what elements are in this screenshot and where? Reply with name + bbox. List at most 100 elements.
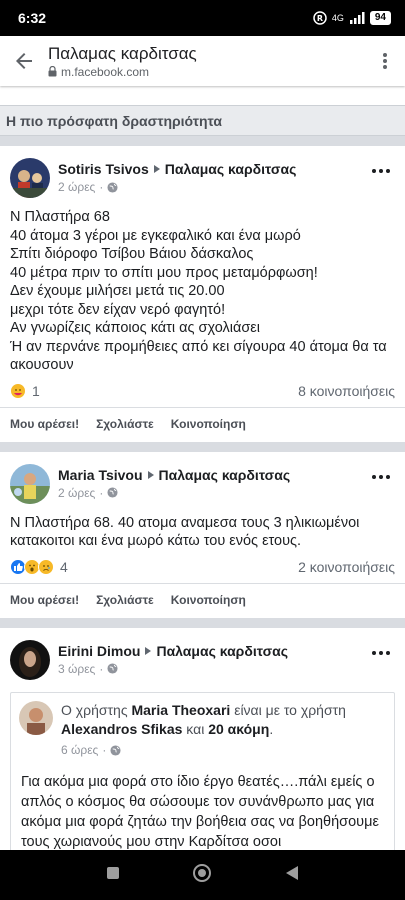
- recents-button[interactable]: [106, 866, 120, 885]
- tagged-user-name[interactable]: Alexandros Sfikas: [61, 721, 182, 737]
- browser-menu-button[interactable]: [365, 36, 405, 86]
- post-text-line: 40 μέτρα πριν το σπίτι μου προς μεταμόρφ…: [10, 264, 318, 281]
- feed[interactable]: Η πιο πρόσφατη δραστηριότητα Sotiris Tsi…: [0, 86, 405, 850]
- network-type-label: 4G: [331, 13, 344, 23]
- nav-back-button[interactable]: [285, 865, 299, 886]
- post-text-line: 40 άτομα 3 γέροι με εγκεφαλικό και ένα μ…: [10, 227, 301, 244]
- post-options-button[interactable]: [369, 164, 393, 178]
- post-card: Eirini Dimou Παλαμας καρδιτσας 3 ώρες ·: [0, 627, 405, 850]
- post-stats: 4 2 κοινοποιήσεις: [0, 551, 405, 583]
- post-text-line: Σπίτι διόροφο Τσίβου Βάιου δάσκαλος: [10, 246, 254, 262]
- status-bar: 6:32 R 4G 94: [0, 0, 405, 36]
- post-text-line: Δεν έχουμε μιλήσει μετά τις 20.00: [10, 283, 225, 299]
- more-horiz-icon: [372, 650, 390, 655]
- comment-button[interactable]: Σχολιάστε: [96, 417, 154, 431]
- previous-content-strip: [0, 86, 405, 106]
- post-header: Sotiris Tsivos Παλαμας καρδιτσας 2 ώρες …: [0, 146, 405, 198]
- battery-icon: 94: [369, 11, 391, 25]
- more-horiz-icon: [372, 169, 390, 173]
- globe-icon: [110, 744, 121, 756]
- arrow-back-icon: [16, 53, 32, 69]
- like-button[interactable]: Μου αρέσει!: [10, 593, 79, 607]
- shared-post-attribution: Ο χρήστης Maria Theoxari είναι με το χρή…: [61, 701, 386, 760]
- share-count[interactable]: 2 κοινοποιήσεις: [298, 559, 395, 575]
- comment-button[interactable]: Σχολιάστε: [96, 593, 154, 607]
- group-name[interactable]: Παλαμας καρδιτσας: [159, 467, 291, 483]
- post-time[interactable]: 3 ώρες: [58, 662, 95, 676]
- avatar[interactable]: [10, 158, 50, 198]
- post-text-line: μεχρι τότε δεν είχαν νερό φαγητό!: [10, 301, 226, 318]
- attribution-and: και: [186, 720, 205, 737]
- post-text: Ν Πλαστήρα 68. 40 ατομα αναμεσα τους 3 η…: [0, 504, 405, 551]
- avatar[interactable]: [10, 639, 50, 680]
- signal-icon: [349, 12, 365, 24]
- system-navigation-bar: [0, 850, 405, 900]
- post-actions: Μου αρέσει! Σχολιάστε Κοινοποίηση: [0, 582, 405, 618]
- status-icons: R 4G 94: [313, 11, 391, 25]
- sad-reaction-icon: [38, 558, 54, 575]
- group-name[interactable]: Παλαμας καρδιτσας: [165, 161, 297, 177]
- globe-icon: [107, 663, 118, 674]
- share-count[interactable]: 8 κοινοποιήσεις: [298, 383, 395, 399]
- attribution-middle: είναι με το χρήστη: [234, 701, 346, 718]
- avatar[interactable]: [19, 700, 53, 735]
- post-time[interactable]: 2 ώρες: [58, 486, 95, 500]
- shared-post-text: Για ακόμα μια φορά στο ίδιο έργο θεατές……: [21, 773, 379, 850]
- author-name[interactable]: Maria Tsivou: [58, 467, 143, 483]
- more-vert-icon: [383, 53, 387, 69]
- post-text-line: Ν Πλαστήρα 68: [10, 209, 110, 225]
- post-text-line: Ν Πλαστήρα 68. 40 ατομα αναμεσα τους 3 η…: [10, 514, 360, 550]
- avatar[interactable]: [10, 463, 50, 504]
- reaction-count: 1: [32, 382, 40, 399]
- arrow-right-icon: [147, 470, 154, 479]
- post-time[interactable]: 2 ώρες: [58, 180, 95, 194]
- share-button[interactable]: Κοινοποίηση: [171, 593, 246, 607]
- globe-icon: [107, 181, 118, 193]
- page-title-block[interactable]: Παλαμας καρδιτσας m.facebook.com: [48, 44, 365, 79]
- tagged-others-link[interactable]: 20 ακόμη: [208, 721, 269, 737]
- more-horiz-icon: [372, 474, 390, 479]
- post-options-button[interactable]: [369, 646, 393, 660]
- care-reaction-icon: [10, 382, 26, 399]
- share-button[interactable]: Κοινοποίηση: [171, 417, 246, 431]
- post-text: Ν Πλαστήρα 68 40 άτομα 3 γέροι με εγκεφα…: [0, 198, 405, 375]
- svg-text:R: R: [317, 14, 323, 23]
- arrow-right-icon: [145, 646, 152, 655]
- reactions-summary[interactable]: 1: [10, 382, 40, 399]
- status-time: 6:32: [18, 10, 47, 26]
- home-icon: [193, 863, 212, 882]
- attribution-prefix: Ο χρήστης: [61, 701, 128, 718]
- post-text-line: Αν γνωρίζεις κάποιος κάτι ας σχολιάσει: [10, 320, 260, 336]
- reaction-count: 4: [60, 558, 68, 575]
- post-actions: Μου αρέσει! Σχολιάστε Κοινοποίηση: [0, 406, 405, 442]
- attribution-end: .: [269, 720, 274, 737]
- shared-author-name[interactable]: Maria Theoxari: [131, 702, 230, 718]
- triangle-back-icon: [285, 865, 298, 880]
- post-header: Maria Tsivou Παλαμας καρδιτσας 2 ώρες ·: [0, 452, 405, 504]
- arrow-right-icon: [153, 165, 160, 173]
- post-header: Eirini Dimou Παλαμας καρδιτσας 3 ώρες ·: [0, 628, 405, 680]
- reactions-summary[interactable]: 4: [10, 558, 68, 575]
- shared-post-time[interactable]: 6 ώρες: [61, 741, 98, 760]
- back-button[interactable]: [0, 36, 48, 86]
- author-name[interactable]: Sotiris Tsivos: [58, 161, 149, 177]
- globe-icon: [107, 487, 118, 498]
- post-card: Sotiris Tsivos Παλαμας καρδιτσας 2 ώρες …: [0, 146, 405, 442]
- like-button[interactable]: Μου αρέσει!: [10, 417, 79, 431]
- shared-post[interactable]: Ο χρήστης Maria Theoxari είναι με το χρή…: [10, 691, 395, 850]
- recording-icon: R: [313, 11, 327, 25]
- url-text: m.facebook.com: [61, 64, 150, 79]
- recents-icon: [107, 866, 120, 879]
- author-name[interactable]: Eirini Dimou: [58, 643, 140, 659]
- group-name[interactable]: Παλαμας καρδιτσας: [156, 643, 288, 659]
- browser-toolbar: Παλαμας καρδιτσας m.facebook.com: [0, 36, 405, 86]
- page-title: Παλαμας καρδιτσας: [48, 43, 197, 63]
- post-stats: 1 8 κοινοποιήσεις: [0, 375, 405, 407]
- section-title: Η πιο πρόσφατη δραστηριότητα: [0, 106, 405, 136]
- url-row: m.facebook.com: [48, 65, 365, 79]
- home-button[interactable]: [192, 863, 212, 888]
- post-card: Maria Tsivou Παλαμας καρδιτσας 2 ώρες · …: [0, 451, 405, 618]
- lock-icon: [48, 66, 57, 77]
- shared-post-header: Ο χρήστης Maria Theoxari είναι με το χρή…: [19, 700, 386, 760]
- post-options-button[interactable]: [369, 470, 393, 484]
